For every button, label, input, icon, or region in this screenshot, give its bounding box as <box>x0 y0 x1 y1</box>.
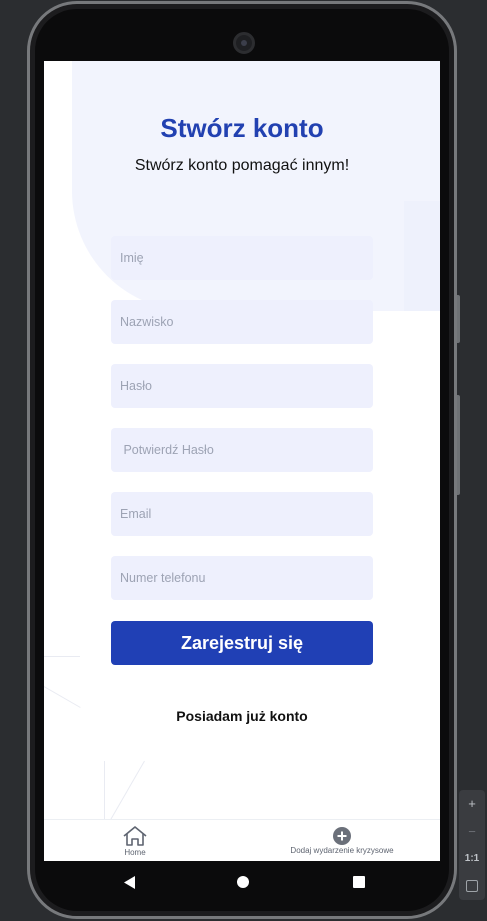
background-decoration <box>404 201 440 311</box>
password-field[interactable] <box>111 364 373 408</box>
first-name-field[interactable] <box>111 236 373 280</box>
nav-item-label: Dodaj wydarzenie kryzysowe <box>290 846 394 855</box>
app-screen: Stwórz konto Stwórz konto pomagać innym!… <box>44 61 440 861</box>
email-field[interactable] <box>111 492 373 536</box>
add-circle-icon <box>333 827 351 845</box>
background-line <box>104 761 105 821</box>
background-line <box>44 686 81 708</box>
back-icon[interactable] <box>123 876 136 889</box>
bottom-navigation: Home Dodaj wydarzenie kryzysowe <box>44 819 440 861</box>
nav-item-add-crisis-event[interactable]: Dodaj wydarzenie kryzysowe <box>282 820 402 861</box>
nav-item-label: Home <box>124 848 146 857</box>
zoom-in-button[interactable]: + <box>461 793 483 815</box>
image-icon <box>466 880 478 893</box>
background-line <box>44 656 80 657</box>
home-icon <box>123 826 147 846</box>
recents-square-icon[interactable] <box>353 876 365 888</box>
system-navigation-bar <box>44 861 440 904</box>
last-name-field[interactable] <box>111 300 373 344</box>
page-subtitle: Stwórz konto pomagać innym! <box>134 157 350 174</box>
front-camera <box>233 32 255 54</box>
phone-frame: Stwórz konto Stwórz konto pomagać innym!… <box>27 1 457 919</box>
zoom-out-button[interactable]: − <box>461 820 483 842</box>
have-account-link[interactable]: Posiadam już konto <box>44 708 440 724</box>
actual-size-button[interactable]: 1:1 <box>461 848 483 870</box>
emulator-toolbar: + − 1:1 <box>459 790 485 900</box>
phone-number-field[interactable] <box>111 556 373 600</box>
page-title: Stwórz konto <box>160 113 324 143</box>
screenshot-button[interactable] <box>461 875 483 897</box>
home-circle-icon[interactable] <box>237 876 249 888</box>
confirm-password-field[interactable] <box>111 428 373 472</box>
register-button[interactable]: Zarejestruj się <box>111 621 373 665</box>
nav-item-home[interactable]: Home <box>122 820 148 861</box>
